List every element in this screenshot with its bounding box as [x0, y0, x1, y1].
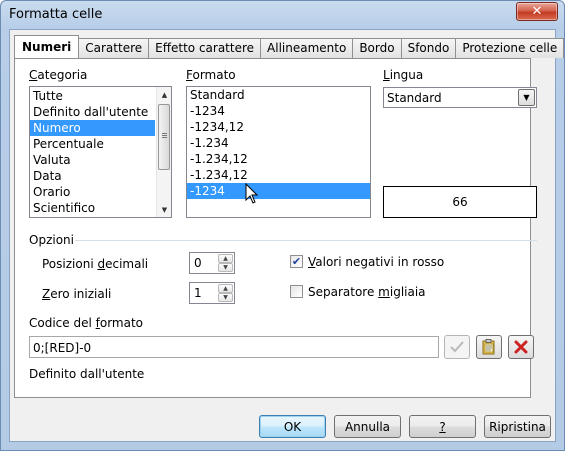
format-label: Formato	[186, 68, 236, 82]
scroll-up-arrow-icon[interactable]: ▲	[157, 87, 171, 102]
tab-effetto-carattere[interactable]: Effetto carattere	[149, 38, 262, 58]
category-item-valuta[interactable]: Valuta	[30, 152, 171, 168]
category-item-numero[interactable]: Numero	[30, 120, 155, 136]
leading-zeros-label: Zero iniziali	[42, 287, 112, 301]
window-title: Formatta celle	[9, 7, 103, 22]
thousands-separator-checkbox[interactable]	[290, 285, 303, 298]
spin-up-icon[interactable]: ▲	[218, 284, 233, 293]
dialog-client-area: Numeri Carattere Effetto carattere Allin…	[9, 29, 565, 442]
numbers-tab-panel: Categoria Tutte Definito dall'utente Num…	[14, 58, 537, 398]
format-item[interactable]: -1234	[187, 103, 370, 119]
tab-protezione-celle[interactable]: Protezione celle	[456, 38, 565, 58]
category-item-percentuale[interactable]: Percentuale	[30, 136, 171, 152]
delete-code-button[interactable]	[508, 335, 534, 359]
decimals-value: 0	[194, 256, 202, 270]
language-select[interactable]: Standard ▼	[383, 87, 537, 108]
chevron-down-icon[interactable]: ▼	[518, 89, 535, 106]
scroll-down-arrow-icon[interactable]: ▼	[157, 202, 171, 217]
tab-sfondo[interactable]: Sfondo	[401, 38, 457, 58]
close-button[interactable]: ✕	[516, 2, 558, 21]
format-item-selected[interactable]: -1234	[187, 183, 370, 199]
format-item[interactable]: -1.234,12	[187, 151, 370, 167]
thousands-separator-label[interactable]: Separatore migliaia	[308, 285, 426, 299]
help-button[interactable]: ?	[409, 415, 476, 438]
language-label: Lingua	[383, 68, 424, 82]
title-bar[interactable]: Formatta celle ✕	[1, 1, 564, 29]
tab-strip: Numeri Carattere Effetto carattere Allin…	[14, 35, 565, 59]
checkmark-icon: ✔	[291, 255, 302, 268]
format-listbox[interactable]: Standard -1234 -1234,12 -1.234 -1.234,12…	[186, 86, 371, 218]
ok-button[interactable]: OK	[259, 415, 326, 438]
negative-red-label[interactable]: Valori negativi in rosso	[308, 255, 444, 269]
category-label: Categoria	[29, 68, 88, 82]
format-item[interactable]: -1.234	[187, 135, 370, 151]
tab-carattere[interactable]: Carattere	[79, 38, 150, 58]
format-code-input[interactable]: 0;[RED]-0	[29, 336, 439, 358]
decimals-label: Posizioni decimali	[42, 257, 149, 271]
tab-allineamento[interactable]: Allineamento	[261, 38, 354, 58]
check-icon	[450, 341, 464, 353]
leading-zeros-value: 1	[194, 286, 202, 300]
options-divider	[75, 240, 537, 241]
format-item[interactable]: -1.234,12	[187, 167, 370, 183]
cancel-button[interactable]: Annulla	[334, 415, 401, 438]
category-item-data[interactable]: Data	[30, 168, 171, 184]
category-listbox[interactable]: Tutte Definito dall'utente Numero Percen…	[29, 86, 172, 218]
format-code-value: 0;[RED]-0	[33, 341, 92, 355]
format-preview: 66	[383, 186, 537, 218]
category-item-orario[interactable]: Orario	[30, 184, 171, 200]
category-scrollbar[interactable]: ▲ ▼	[156, 87, 171, 217]
category-item-scientifico[interactable]: Scientifico	[30, 200, 171, 216]
close-icon: ✕	[531, 4, 543, 19]
options-heading: Opzioni	[29, 233, 74, 247]
format-item[interactable]: -1234,12	[187, 119, 370, 135]
spin-up-icon[interactable]: ▲	[218, 254, 233, 263]
scroll-thumb[interactable]	[158, 104, 170, 170]
preview-value: 66	[452, 195, 468, 209]
category-item-definito-utente[interactable]: Definito dall'utente	[30, 104, 171, 120]
format-description: Definito dall'utente	[29, 367, 145, 381]
add-comment-button[interactable]	[476, 335, 502, 359]
accept-code-button[interactable]	[444, 335, 470, 359]
tab-bordo[interactable]: Bordo	[353, 38, 402, 58]
decimals-spinner[interactable]: 0 ▲ ▼	[189, 252, 235, 274]
leading-zeros-spinner[interactable]: 1 ▲ ▼	[189, 282, 235, 304]
dialog-window: Formatta celle ✕ Numeri Carattere Effett…	[0, 0, 565, 451]
format-item[interactable]: Standard	[187, 87, 370, 103]
clipboard-icon	[482, 339, 495, 355]
mouse-pointer-icon	[245, 183, 259, 204]
spin-down-icon[interactable]: ▼	[218, 293, 233, 302]
language-value: Standard	[387, 91, 442, 105]
format-code-label: Codice del formato	[29, 316, 144, 330]
delete-icon	[514, 340, 528, 354]
tab-numeri[interactable]: Numeri	[14, 35, 80, 58]
spin-down-icon[interactable]: ▼	[218, 263, 233, 272]
category-item-tutte[interactable]: Tutte	[30, 88, 171, 104]
reset-button[interactable]: Ripristina	[484, 415, 551, 438]
negative-red-checkbox[interactable]: ✔	[290, 255, 303, 268]
